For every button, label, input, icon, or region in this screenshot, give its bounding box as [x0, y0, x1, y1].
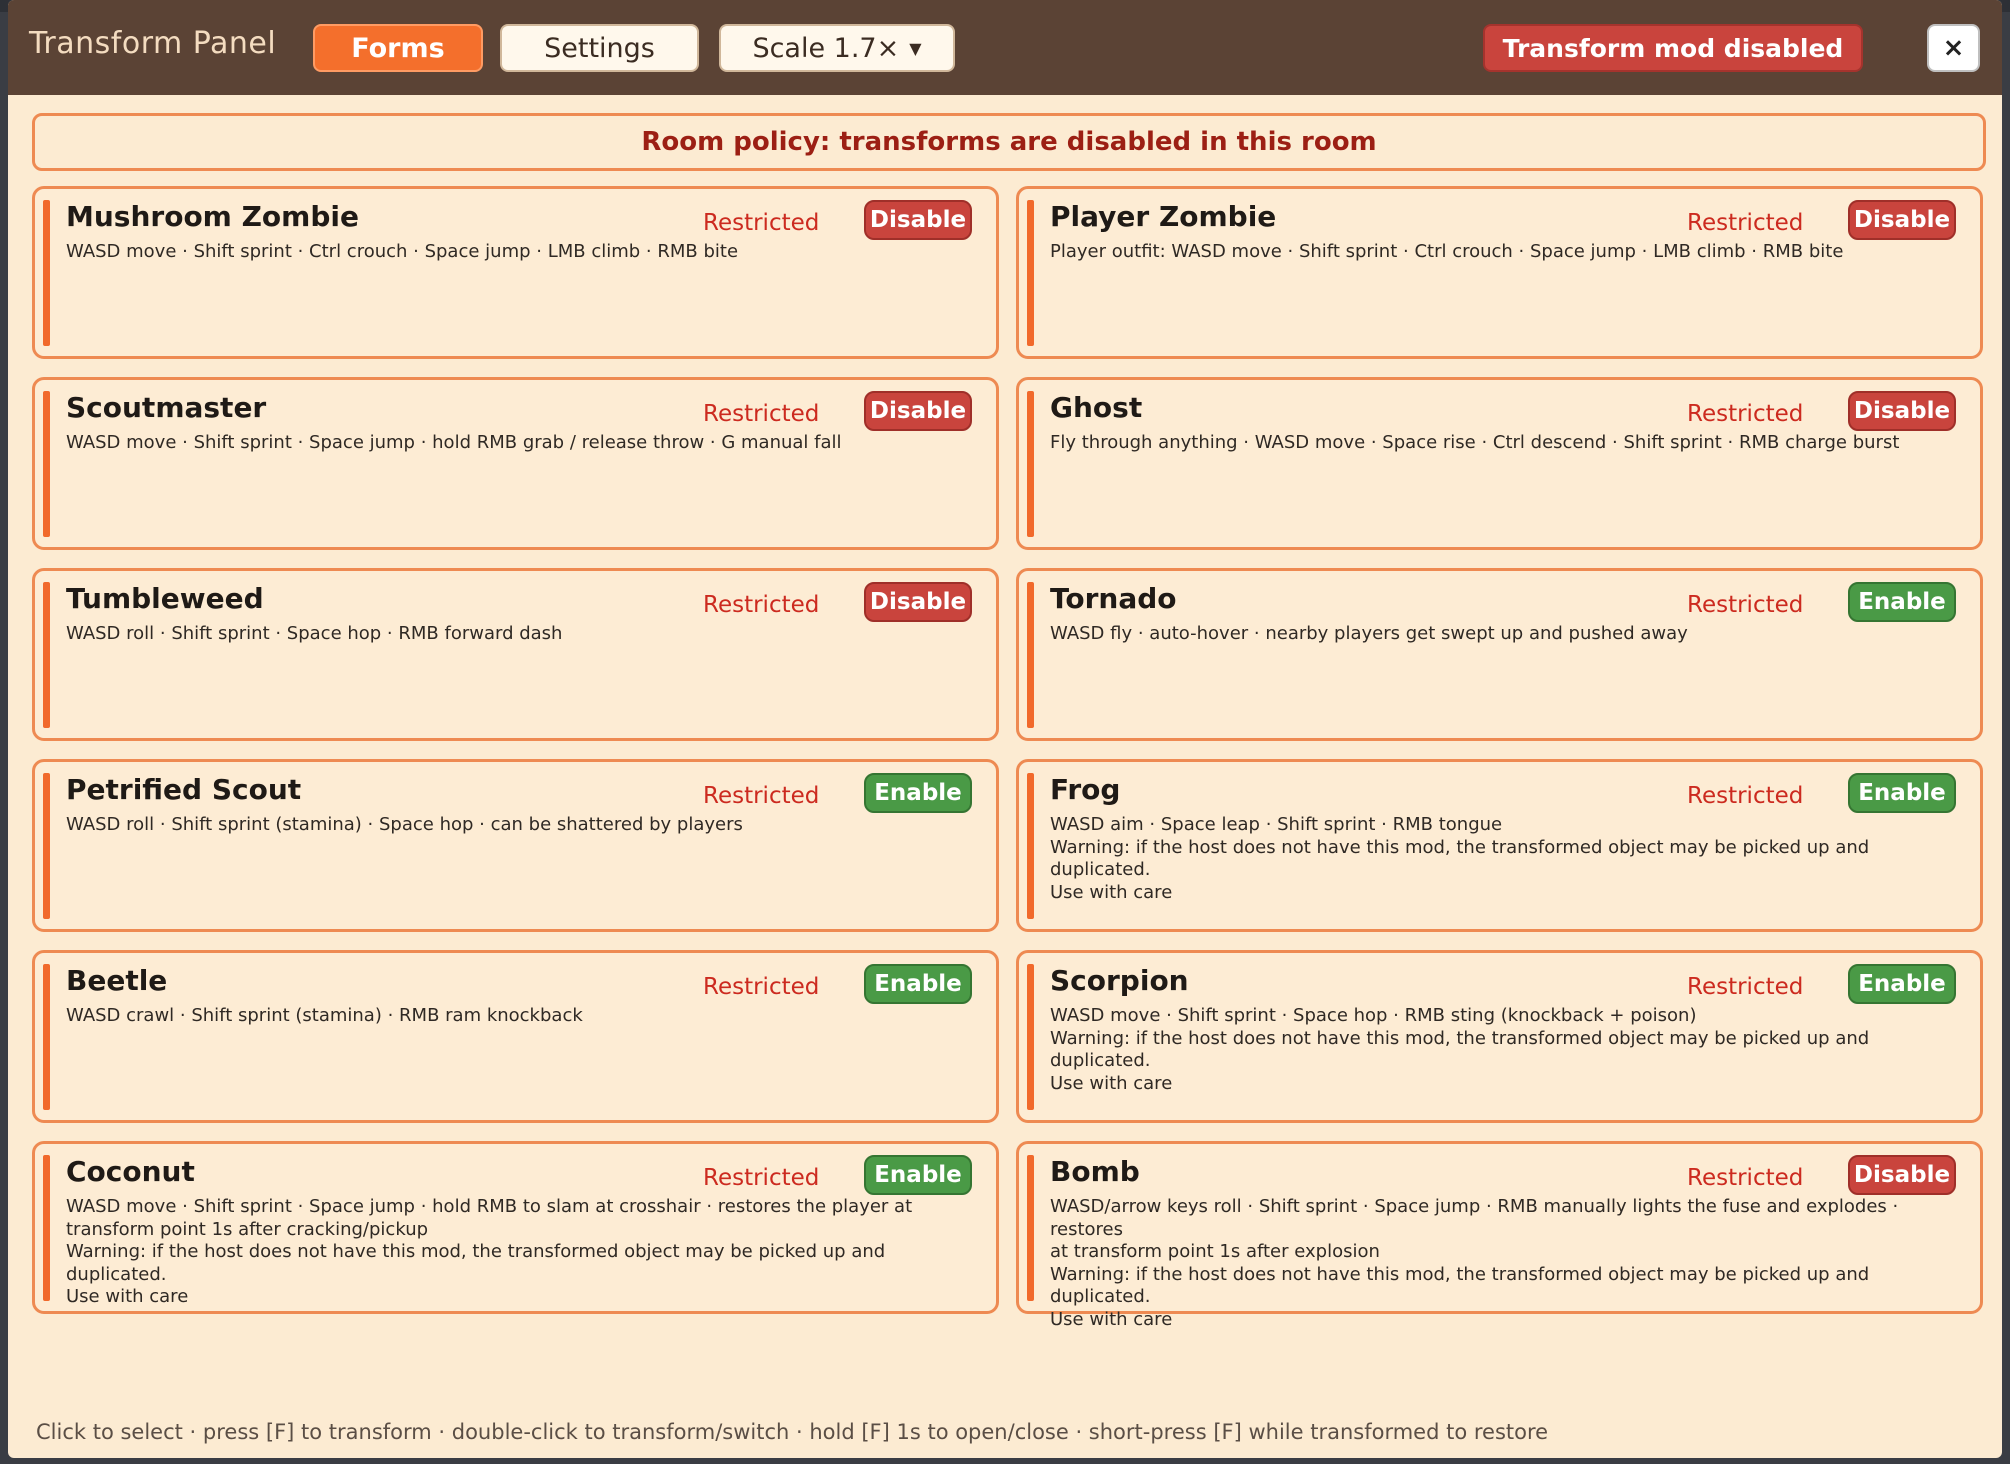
- form-card[interactable]: Frog Restricted Enable WASD aim · Space lea…: [1016, 759, 1983, 932]
- form-card[interactable]: Coconut Restricted Enable WASD move · Shift…: [32, 1141, 999, 1314]
- form-card[interactable]: Petrified Scout Restricted Enable WASD roll…: [32, 759, 999, 932]
- scale-value: Scale 1.7×: [752, 32, 900, 64]
- card-accent-bar: [43, 1155, 50, 1301]
- card-accent-bar: [1027, 391, 1034, 537]
- card-accent-bar: [43, 582, 50, 728]
- form-name: Tumbleweed: [66, 582, 264, 615]
- form-card[interactable]: Bomb Restricted Disable WASD/arrow keys rol…: [1016, 1141, 1983, 1330]
- card-accent-bar: [1027, 200, 1034, 346]
- form-status: Restricted: [703, 1165, 820, 1191]
- form-description: Player outfit: WASD move · Shift sprint …: [1050, 241, 1844, 262]
- enable-button[interactable]: Enable: [1848, 773, 1956, 813]
- form-description: WASD crawl · Shift sprint (stamina) · RM…: [66, 1005, 583, 1026]
- form-name: Mushroom Zombie: [66, 200, 359, 233]
- form-status: Restricted: [703, 401, 820, 427]
- form-card[interactable]: Mushroom Zombie Restricted Disable WASD mov…: [32, 186, 999, 359]
- form-name: Bomb: [1050, 1155, 1140, 1188]
- form-card[interactable]: Tumbleweed Restricted Disable WASD roll · S…: [32, 568, 999, 741]
- disable-button[interactable]: Disable: [1848, 200, 1956, 240]
- form-description: WASD roll · Shift sprint · Space hop · R…: [66, 623, 563, 644]
- enable-button[interactable]: Enable: [1848, 964, 1956, 1004]
- form-status: Restricted: [703, 592, 820, 618]
- form-name: Petrified Scout: [66, 773, 302, 806]
- card-accent-bar: [43, 964, 50, 1110]
- form-name: Frog: [1050, 773, 1121, 806]
- close-icon: ×: [1942, 33, 1965, 63]
- form-status: Restricted: [1687, 783, 1804, 809]
- enable-button[interactable]: Enable: [864, 773, 972, 813]
- form-status: Restricted: [1687, 974, 1804, 1000]
- form-description: WASD aim · Space leap · Shift sprint · R…: [1050, 814, 1870, 903]
- panel-title: Transform Panel: [29, 26, 277, 61]
- card-accent-bar: [1027, 773, 1034, 919]
- transform-panel: Transform Panel Forms Settings Scale 1.7…: [8, 0, 2002, 1458]
- footer-hint: Click to select · press [F] to transform…: [36, 1420, 1549, 1444]
- card-accent-bar: [43, 773, 50, 919]
- card-accent-bar: [43, 391, 50, 537]
- form-card[interactable]: Beetle Restricted Enable WASD crawl · Shift…: [32, 950, 999, 1123]
- form-name: Player Zombie: [1050, 200, 1277, 233]
- form-description: WASD/arrow keys roll · Shift sprint · Sp…: [1050, 1196, 1899, 1330]
- form-description: WASD move · Shift sprint · Space jump · …: [66, 432, 842, 453]
- enable-button[interactable]: Enable: [1848, 582, 1956, 622]
- form-card[interactable]: Player Zombie Restricted Disable Player out…: [1016, 186, 1983, 359]
- form-name: Ghost: [1050, 391, 1143, 424]
- chevron-down-icon: ▼: [909, 38, 922, 58]
- form-name: Tornado: [1050, 582, 1177, 615]
- form-card[interactable]: Scoutmaster Restricted Disable WASD move · …: [32, 377, 999, 550]
- enable-button[interactable]: Enable: [864, 964, 972, 1004]
- form-card[interactable]: Tornado Restricted Enable WASD fly · auto-h…: [1016, 568, 1983, 741]
- card-accent-bar: [1027, 1155, 1034, 1301]
- tab-forms[interactable]: Forms: [313, 24, 483, 72]
- form-description: WASD roll · Shift sprint (stamina) · Spa…: [66, 814, 743, 835]
- form-name: Coconut: [66, 1155, 195, 1188]
- form-status: Restricted: [1687, 401, 1804, 427]
- disable-button[interactable]: Disable: [1848, 1155, 1956, 1195]
- form-status: Restricted: [1687, 1165, 1804, 1191]
- card-accent-bar: [43, 200, 50, 346]
- card-accent-bar: [1027, 582, 1034, 728]
- form-card[interactable]: Scorpion Restricted Enable WASD move · Shif…: [1016, 950, 1983, 1123]
- form-description: WASD move · Shift sprint · Ctrl crouch ·…: [66, 241, 739, 262]
- scale-dropdown[interactable]: Scale 1.7× ▼: [719, 24, 955, 72]
- form-status: Restricted: [1687, 210, 1804, 236]
- form-status: Restricted: [703, 974, 820, 1000]
- form-name: Scoutmaster: [66, 391, 267, 424]
- disable-button[interactable]: Disable: [864, 200, 972, 240]
- form-description: WASD fly · auto-hover · nearby players g…: [1050, 623, 1688, 644]
- mod-status-button[interactable]: Transform mod disabled: [1483, 24, 1863, 72]
- enable-button[interactable]: Enable: [864, 1155, 972, 1195]
- form-status: Restricted: [1687, 592, 1804, 618]
- form-name: Scorpion: [1050, 964, 1189, 997]
- disable-button[interactable]: Disable: [864, 582, 972, 622]
- form-description: WASD move · Shift sprint · Space jump · …: [66, 1196, 913, 1307]
- card-accent-bar: [1027, 964, 1034, 1110]
- form-description: WASD move · Shift sprint · Space hop · R…: [1050, 1005, 1870, 1094]
- form-status: Restricted: [703, 783, 820, 809]
- form-description: Fly through anything · WASD move · Space…: [1050, 432, 1900, 453]
- form-name: Beetle: [66, 964, 168, 997]
- panel-header: Transform Panel Forms Settings Scale 1.7…: [8, 0, 2002, 95]
- disable-button[interactable]: Disable: [1848, 391, 1956, 431]
- tab-settings[interactable]: Settings: [500, 24, 699, 72]
- room-policy-banner: Room policy: transforms are disabled in …: [32, 113, 1986, 171]
- disable-button[interactable]: Disable: [864, 391, 972, 431]
- close-button[interactable]: ×: [1927, 24, 1980, 72]
- form-status: Restricted: [703, 210, 820, 236]
- form-card[interactable]: Ghost Restricted Disable Fly through anythi…: [1016, 377, 1983, 550]
